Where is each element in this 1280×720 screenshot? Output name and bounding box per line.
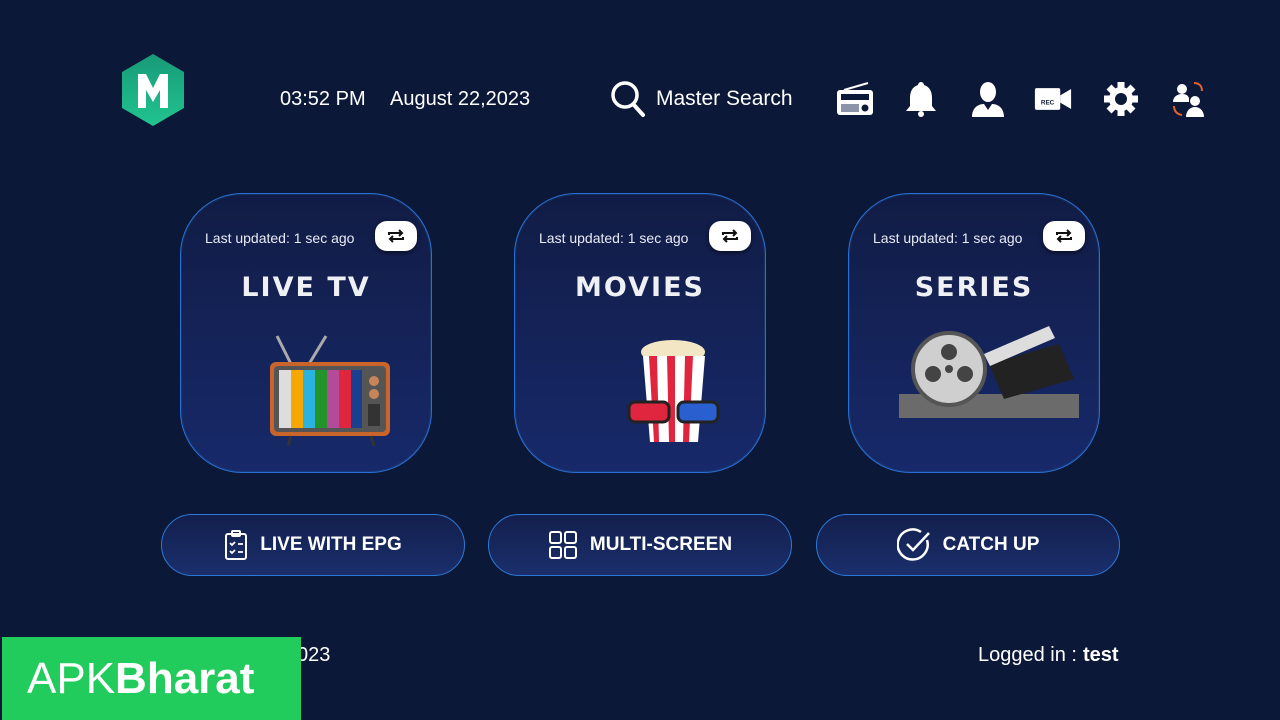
refresh-button[interactable] bbox=[709, 221, 751, 251]
card-movies[interactable]: Last updated: 1 sec ago MOVIES bbox=[514, 193, 766, 473]
button-label: MULTI-SCREEN bbox=[589, 534, 733, 555]
catch-up-button[interactable]: CATCH UP bbox=[816, 514, 1120, 576]
svg-text:REC: REC bbox=[1041, 99, 1055, 106]
refresh-button[interactable] bbox=[375, 221, 417, 251]
logged-in-status: Logged in : test bbox=[978, 644, 1119, 667]
record-icon[interactable]: REC bbox=[1034, 80, 1072, 118]
watermark-light: APK bbox=[27, 653, 116, 703]
radio-icon[interactable] bbox=[836, 80, 874, 118]
footer-date: 023 bbox=[297, 644, 331, 666]
clock-date: August 22,2023 bbox=[390, 88, 531, 110]
clock-time: 03:52 PM bbox=[280, 88, 366, 110]
multi-screen-button[interactable]: MULTI-SCREEN bbox=[488, 514, 792, 576]
watermark-bold: Bharat bbox=[115, 653, 255, 703]
card-live-tv[interactable]: Last updated: 1 sec ago LIVE TV bbox=[180, 193, 432, 473]
card-series[interactable]: Last updated: 1 sec ago SERIES bbox=[848, 193, 1100, 473]
search-icon bbox=[611, 81, 645, 117]
button-label: CATCH UP bbox=[942, 534, 1040, 555]
refresh-icon bbox=[722, 229, 738, 243]
refresh-icon bbox=[388, 229, 404, 243]
live-with-epg-button[interactable]: LIVE WITH EPG bbox=[161, 514, 465, 576]
last-updated: Last updated: 1 sec ago bbox=[873, 230, 1023, 246]
search-label: Master Search bbox=[656, 87, 793, 110]
bell-icon[interactable] bbox=[902, 80, 940, 118]
last-updated: Last updated: 1 sec ago bbox=[205, 230, 355, 246]
switch-user-icon[interactable] bbox=[1170, 80, 1208, 118]
button-label: LIVE WITH EPG bbox=[260, 534, 402, 555]
refresh-button[interactable] bbox=[1043, 221, 1085, 251]
app-logo bbox=[122, 54, 184, 126]
film-reel-illustration bbox=[899, 326, 1079, 418]
popcorn-illustration bbox=[627, 340, 720, 442]
card-title: SERIES bbox=[914, 272, 1034, 303]
master-search-button[interactable]: Master Search bbox=[610, 80, 793, 118]
card-title: MOVIES bbox=[575, 272, 705, 303]
logged-in-label: Logged in : bbox=[978, 644, 1077, 666]
grid-icon bbox=[548, 531, 577, 559]
check-circle-icon bbox=[896, 528, 930, 561]
user-icon[interactable] bbox=[969, 80, 1007, 118]
card-title: LIVE TV bbox=[241, 272, 371, 303]
tv-illustration bbox=[270, 335, 390, 447]
username: test bbox=[1082, 644, 1119, 666]
last-updated: Last updated: 1 sec ago bbox=[539, 230, 689, 246]
apkbharat-watermark: APK Bharat bbox=[2, 637, 301, 720]
gear-icon[interactable] bbox=[1102, 80, 1140, 118]
refresh-icon bbox=[1056, 229, 1072, 243]
clipboard-checklist-icon bbox=[225, 530, 248, 560]
